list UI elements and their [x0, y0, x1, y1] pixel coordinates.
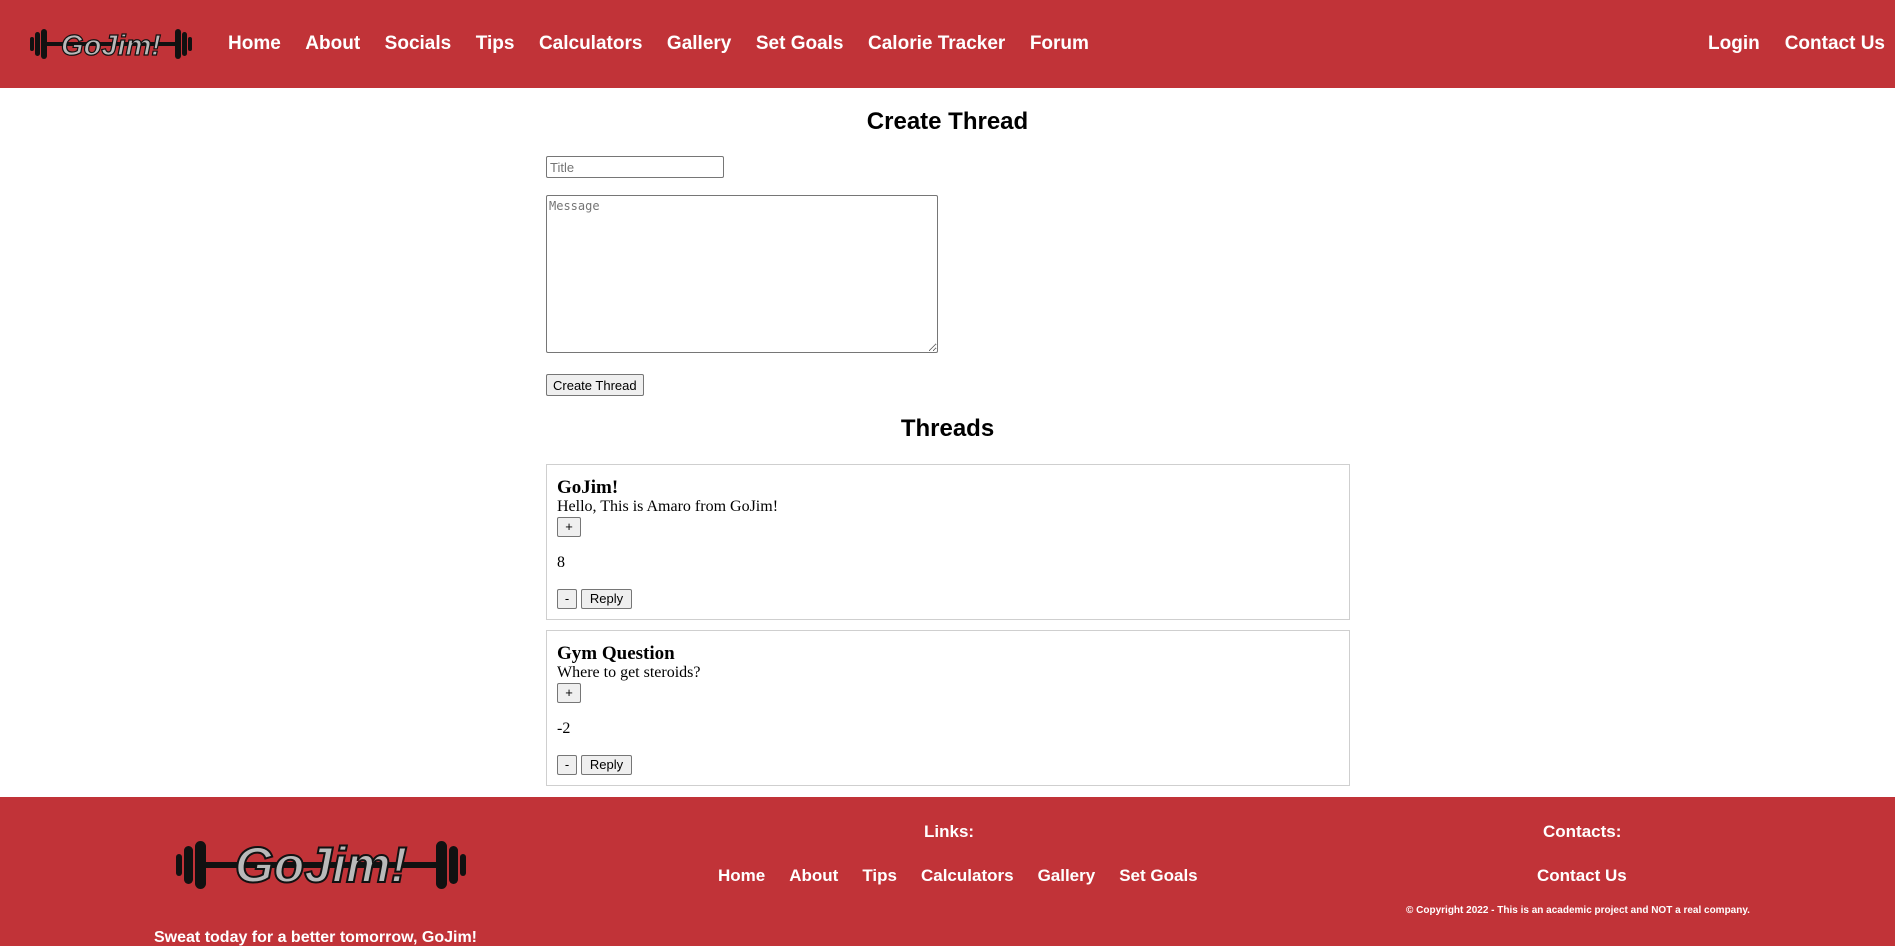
footer-link-set-goals[interactable]: Set Goals [1119, 866, 1197, 886]
thread-score: 8 [557, 554, 565, 571]
nav-socials[interactable]: Socials [385, 33, 452, 55]
reply-button[interactable]: Reply [581, 589, 632, 609]
site-footer: GoJim! Sweat today for a better tomorrow… [0, 797, 1895, 946]
svg-text:GoJim!: GoJim! [235, 837, 407, 893]
thread-card: GoJim! Hello, This is Amaro from GoJim! … [546, 464, 1350, 620]
upvote-button[interactable]: + [557, 683, 581, 703]
footer-link-calculators[interactable]: Calculators [921, 866, 1014, 886]
site-header: GoJim! Home About Socials Tips Calculato… [0, 0, 1895, 88]
nav-gallery[interactable]: Gallery [667, 33, 731, 55]
footer-links-heading: Links: [924, 822, 975, 841]
create-thread-button[interactable]: Create Thread [546, 374, 644, 396]
svg-text:GoJim!: GoJim! [61, 30, 161, 62]
account-nav: Login Contact Us [1683, 0, 1885, 88]
footer-copyright: © Copyright 2022 - This is an academic p… [1406, 905, 1750, 916]
footer-tagline: Sweat today for a better tomorrow, GoJim… [154, 929, 478, 946]
thread-title-input[interactable] [546, 156, 724, 178]
nav-home[interactable]: Home [228, 33, 281, 55]
nav-tips[interactable]: Tips [476, 33, 515, 55]
footer-link-about[interactable]: About [789, 866, 838, 886]
footer-logo: GoJim! [176, 837, 466, 893]
threads-heading: Threads [900, 415, 995, 442]
thread-message-input[interactable] [546, 195, 938, 353]
thread-title: GoJim! [557, 477, 619, 498]
thread-message: Where to get steroids? [557, 664, 701, 681]
nav-set-goals[interactable]: Set Goals [756, 33, 844, 55]
thread-message: Hello, This is Amaro from GoJim! [557, 498, 779, 515]
nav-forum[interactable]: Forum [1030, 33, 1089, 55]
nav-calorie-tracker[interactable]: Calorie Tracker [868, 33, 1005, 55]
main-nav: Home About Socials Tips Calculators Gall… [228, 0, 1113, 88]
downvote-button[interactable]: - [557, 755, 577, 775]
footer-link-tips[interactable]: Tips [862, 866, 897, 886]
thread-score: -2 [557, 720, 571, 737]
header-logo[interactable]: GoJim! [30, 26, 192, 62]
barbell-logo-icon: GoJim! [176, 837, 466, 893]
footer-links: Home About Tips Calculators Gallery Set … [718, 866, 1222, 886]
upvote-button[interactable]: + [557, 517, 581, 537]
nav-contact-us[interactable]: Contact Us [1785, 33, 1885, 55]
thread-card: Gym Question Where to get steroids? + -2… [546, 630, 1350, 786]
nav-login[interactable]: Login [1708, 33, 1760, 55]
nav-about[interactable]: About [305, 33, 360, 55]
footer-link-gallery[interactable]: Gallery [1038, 866, 1096, 886]
barbell-logo-icon: GoJim! [30, 29, 192, 62]
footer-contacts-heading: Contacts: [1543, 822, 1622, 841]
footer-link-home[interactable]: Home [718, 866, 765, 886]
nav-calculators[interactable]: Calculators [539, 33, 642, 55]
create-thread-heading: Create Thread [866, 108, 1029, 135]
thread-title: Gym Question [557, 643, 675, 664]
footer-contact-us-link[interactable]: Contact Us [1537, 866, 1627, 886]
reply-button[interactable]: Reply [581, 755, 632, 775]
downvote-button[interactable]: - [557, 589, 577, 609]
